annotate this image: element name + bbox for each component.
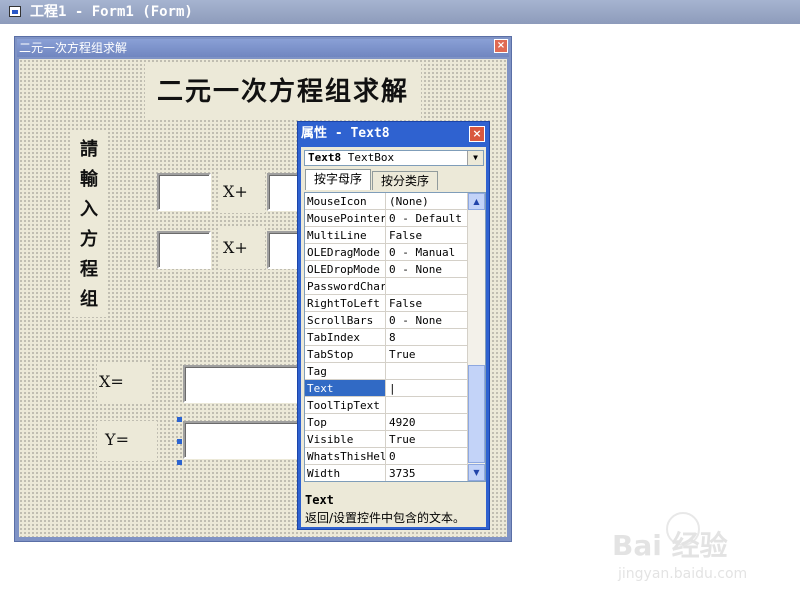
object-type: TextBox bbox=[347, 151, 395, 164]
prompt-char: 组 bbox=[80, 289, 98, 310]
watermark-url: jingyan.baidu.com bbox=[618, 566, 748, 582]
resize-handle[interactable] bbox=[177, 417, 182, 422]
description-text: 返回/设置控件中包含的文本。 bbox=[305, 511, 466, 525]
properties-body: Text8 TextBox ▼ 按字母序 按分类序 MouseIcon (None… bbox=[301, 147, 486, 527]
property-row[interactable]: Top 4920 bbox=[305, 414, 467, 431]
chevron-down-icon[interactable]: ▼ bbox=[467, 151, 483, 165]
description-title: Text bbox=[305, 493, 334, 507]
coef-a2-textbox[interactable] bbox=[157, 231, 211, 269]
prompt-char: 入 bbox=[80, 199, 98, 220]
property-row[interactable]: RightToLeft False bbox=[305, 295, 467, 312]
tab-categorized[interactable]: 按分类序 bbox=[372, 171, 438, 190]
x-result-textbox[interactable] bbox=[183, 365, 303, 403]
y-result-textbox[interactable] bbox=[183, 421, 303, 459]
property-row[interactable]: TabIndex 8 bbox=[305, 329, 467, 346]
watermark: Bai 经验 jingyan.baidu.com bbox=[612, 512, 792, 594]
close-icon[interactable]: × bbox=[494, 39, 508, 53]
properties-title[interactable]: 属性 - Text8 bbox=[301, 124, 469, 144]
text-value-input[interactable]: | bbox=[387, 380, 469, 396]
property-row[interactable]: OLEDragMode 0 - Manual bbox=[305, 244, 467, 261]
watermark-logo: Bai 经验 bbox=[612, 529, 728, 562]
property-row[interactable]: MultiLine False bbox=[305, 227, 467, 244]
property-row[interactable]: Tag bbox=[305, 363, 467, 380]
vertical-prompt: 請 輸 入 方 程 组 bbox=[71, 135, 107, 315]
prompt-char: 方 bbox=[80, 229, 98, 250]
property-row[interactable]: TabStop True bbox=[305, 346, 467, 363]
close-icon[interactable]: × bbox=[469, 126, 485, 142]
scroll-up-icon[interactable]: ▲ bbox=[468, 193, 485, 210]
y-result-label[interactable]: Y= bbox=[97, 421, 157, 461]
property-row[interactable]: PasswordChar bbox=[305, 278, 467, 295]
coef-a1-textbox[interactable] bbox=[157, 173, 211, 211]
tab-alphabetic[interactable]: 按字母序 bbox=[305, 169, 371, 190]
vertical-scrollbar[interactable]: ▲ ▼ bbox=[467, 193, 485, 481]
property-row[interactable]: Width 3735 bbox=[305, 465, 467, 481]
property-row[interactable]: MouseIcon (None) bbox=[305, 193, 467, 210]
property-row[interactable]: Visible True bbox=[305, 431, 467, 448]
property-row-selected[interactable]: Text | bbox=[305, 380, 467, 397]
window-icon bbox=[9, 6, 21, 17]
x-plus-label-1[interactable]: X+ bbox=[219, 171, 265, 213]
outer-titlebar[interactable]: 工程1 - Form1 (Form) bbox=[0, 0, 800, 24]
property-row[interactable]: ScrollBars 0 - None bbox=[305, 312, 467, 329]
property-row[interactable]: ToolTipText bbox=[305, 397, 467, 414]
prompt-char: 輸 bbox=[80, 169, 98, 190]
resize-handle[interactable] bbox=[177, 439, 182, 444]
scroll-down-icon[interactable]: ▼ bbox=[468, 464, 485, 481]
properties-window[interactable]: 属性 - Text8 × Text8 TextBox ▼ 按字母序 按分类序 M… bbox=[297, 121, 490, 530]
prompt-char: 程 bbox=[80, 259, 98, 280]
object-select[interactable]: Text8 TextBox ▼ bbox=[304, 150, 484, 166]
page-heading: 二元一次方程组求解 bbox=[156, 77, 409, 107]
object-name: Text8 bbox=[308, 151, 342, 164]
property-row[interactable]: WhatsThisHelp 0 bbox=[305, 448, 467, 465]
property-grid[interactable]: MouseIcon (None) MousePointer 0 - Default … bbox=[304, 192, 486, 482]
form-titlebar[interactable]: 二元一次方程组求解 bbox=[17, 39, 509, 57]
resize-handle[interactable] bbox=[177, 460, 182, 465]
scroll-thumb[interactable] bbox=[468, 365, 485, 463]
x-plus-label-2[interactable]: X+ bbox=[219, 227, 265, 269]
form-title-text: 二元一次方程组求解 bbox=[19, 41, 128, 55]
property-row[interactable]: OLEDropMode 0 - None bbox=[305, 261, 467, 278]
outer-window-title: 工程1 - Form1 (Form) bbox=[30, 4, 193, 20]
property-row[interactable]: MousePointer 0 - Default bbox=[305, 210, 467, 227]
prompt-char: 請 bbox=[80, 139, 98, 160]
x-result-label[interactable]: X= bbox=[97, 363, 151, 403]
